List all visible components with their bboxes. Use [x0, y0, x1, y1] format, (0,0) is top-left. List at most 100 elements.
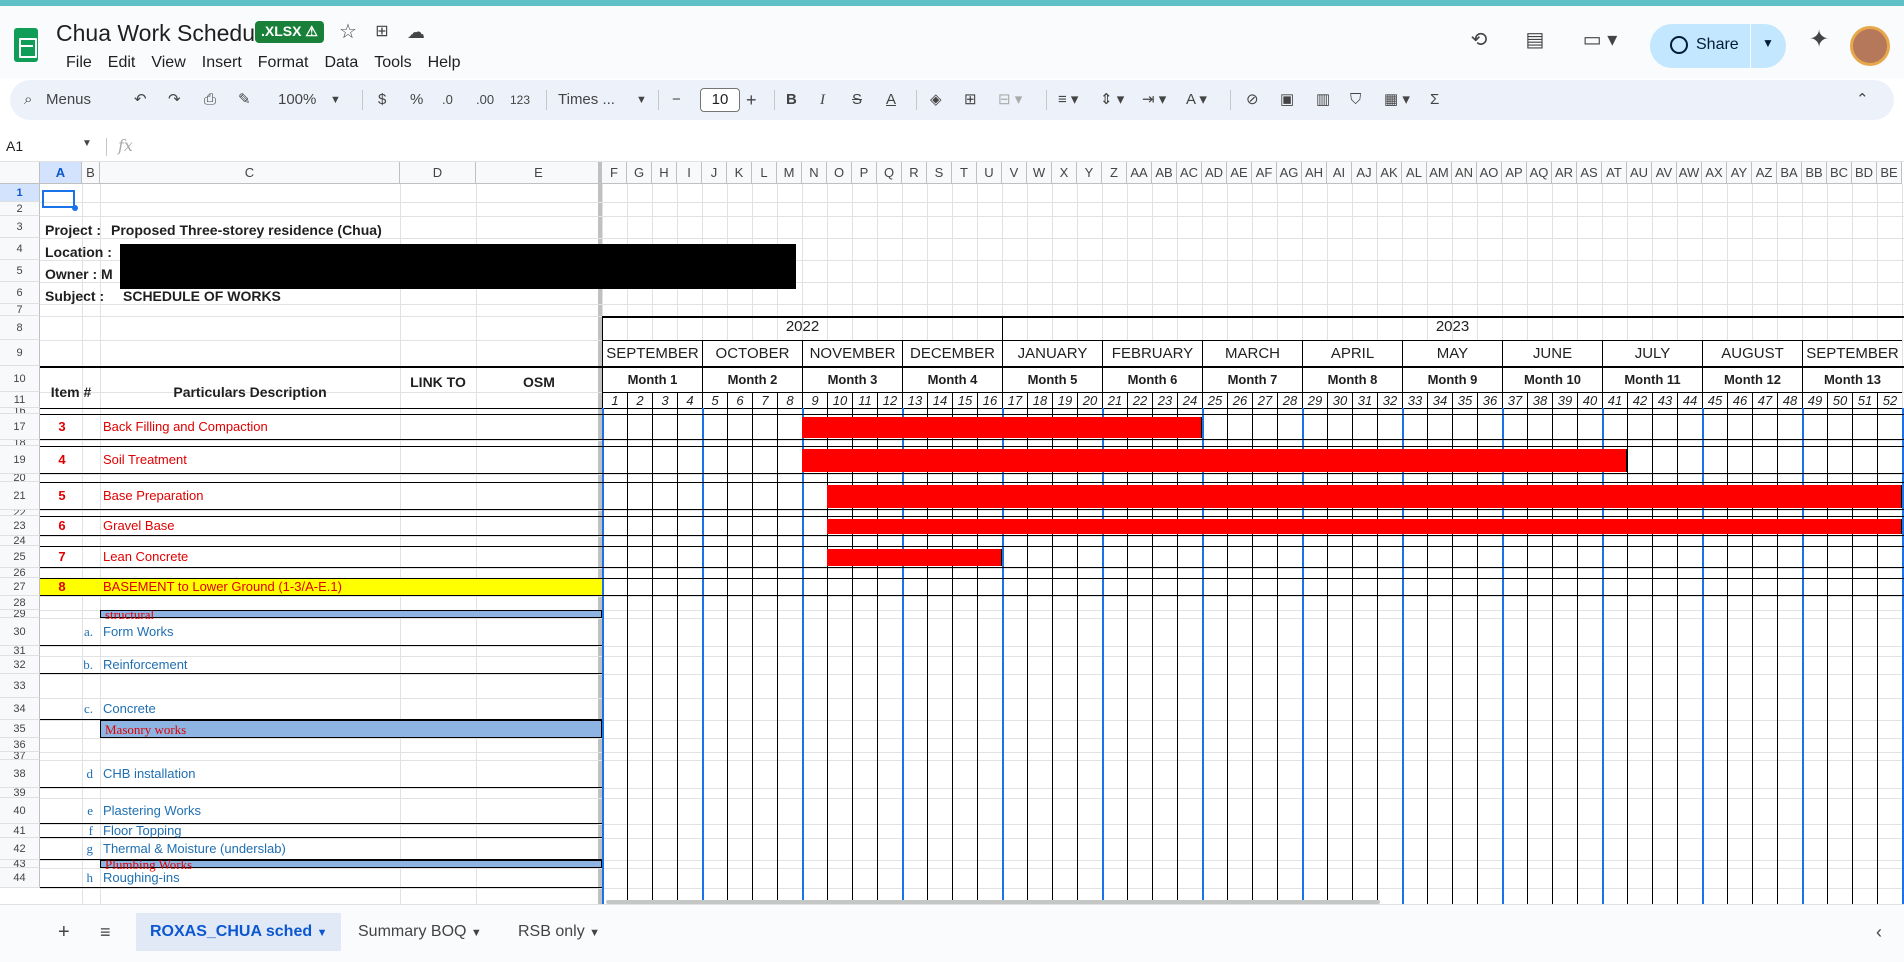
avatar[interactable]: [1850, 26, 1890, 66]
filter-views-icon[interactable]: ▦ ▾: [1384, 88, 1410, 112]
font-select[interactable]: Times ...: [558, 88, 615, 112]
tab-menu-icon[interactable]: ▼: [471, 927, 482, 939]
column-header-az[interactable]: AZ: [1752, 162, 1777, 184]
column-header-h[interactable]: H: [652, 162, 677, 184]
column-header-ah[interactable]: AH: [1302, 162, 1327, 184]
strikethrough-icon[interactable]: S: [852, 88, 862, 112]
column-header-aa[interactable]: AA: [1127, 162, 1152, 184]
share-dropdown-icon[interactable]: ▼: [1762, 36, 1774, 50]
zoom-chevron-icon[interactable]: ▼: [330, 88, 341, 112]
column-header-al[interactable]: AL: [1402, 162, 1427, 184]
row-header-29[interactable]: 29: [0, 610, 40, 618]
column-header-r[interactable]: R: [902, 162, 927, 184]
row-header-10[interactable]: 10: [0, 366, 40, 392]
row-header-8[interactable]: 8: [0, 316, 40, 340]
row-header-37[interactable]: 37: [0, 752, 40, 760]
menu-edit[interactable]: Edit: [100, 52, 144, 74]
column-header-o[interactable]: O: [827, 162, 852, 184]
zoom-select[interactable]: 100%: [278, 88, 316, 112]
document-title[interactable]: Chua Work Schedule: [56, 20, 273, 47]
gantt-bar[interactable]: [827, 519, 1902, 534]
column-header-ay[interactable]: AY: [1727, 162, 1752, 184]
font-chevron-icon[interactable]: ▼: [636, 88, 647, 112]
decrease-decimal-button[interactable]: .0: [442, 88, 453, 112]
menu-help[interactable]: Help: [420, 52, 469, 74]
tab-menu-icon[interactable]: ▼: [589, 927, 600, 939]
comments-icon[interactable]: ▤: [1522, 28, 1548, 52]
column-header-an[interactable]: AN: [1452, 162, 1477, 184]
borders-icon[interactable]: ⊞: [964, 88, 977, 112]
column-header-t[interactable]: T: [952, 162, 977, 184]
column-header-n[interactable]: N: [802, 162, 827, 184]
column-header-l[interactable]: L: [752, 162, 777, 184]
row-header-2[interactable]: 2: [0, 202, 40, 216]
row-header-38[interactable]: 38: [0, 760, 40, 788]
column-header-d[interactable]: D: [400, 162, 476, 184]
move-folder-icon[interactable]: ⊞: [370, 20, 394, 44]
fill-handle[interactable]: [72, 205, 78, 211]
column-header-e[interactable]: E: [476, 162, 602, 184]
column-header-ax[interactable]: AX: [1702, 162, 1727, 184]
row-header-30[interactable]: 30: [0, 618, 40, 646]
active-cell-a1[interactable]: [42, 190, 75, 208]
number-format-button[interactable]: 123: [510, 88, 530, 112]
column-header-y[interactable]: Y: [1077, 162, 1102, 184]
percent-button[interactable]: %: [410, 88, 423, 112]
bold-icon[interactable]: B: [786, 88, 797, 112]
column-header-a[interactable]: A: [40, 162, 82, 184]
column-header-bc[interactable]: BC: [1827, 162, 1852, 184]
gantt-bar[interactable]: [802, 449, 1627, 472]
column-header-au[interactable]: AU: [1627, 162, 1652, 184]
fill-color-icon[interactable]: ◈: [930, 88, 942, 112]
column-header-q[interactable]: Q: [877, 162, 902, 184]
gantt-bar[interactable]: [802, 417, 1202, 438]
share-button[interactable]: Share ▼: [1650, 24, 1786, 68]
row-header-24[interactable]: 24: [0, 536, 40, 546]
column-header-aw[interactable]: AW: [1677, 162, 1702, 184]
all-sheets-icon[interactable]: ≡: [86, 913, 125, 951]
name-box-chevron-icon[interactable]: ▼: [82, 138, 92, 149]
functions-icon[interactable]: Σ: [1430, 88, 1439, 112]
row-header-31[interactable]: 31: [0, 646, 40, 656]
tab-menu-icon[interactable]: ▼: [317, 927, 328, 939]
column-header-am[interactable]: AM: [1427, 162, 1452, 184]
column-header-ap[interactable]: AP: [1502, 162, 1527, 184]
cloud-status-icon[interactable]: ☁: [404, 20, 428, 44]
column-header-ar[interactable]: AR: [1552, 162, 1577, 184]
row-header-7[interactable]: 7: [0, 304, 40, 316]
menu-format[interactable]: Format: [250, 52, 317, 74]
row-header-25[interactable]: 25: [0, 546, 40, 568]
column-header-f[interactable]: F: [602, 162, 627, 184]
filter-icon[interactable]: ⛉: [1350, 88, 1361, 112]
column-header-ba[interactable]: BA: [1777, 162, 1802, 184]
vertical-align-icon[interactable]: ⇕ ▾: [1100, 88, 1124, 112]
column-header-as[interactable]: AS: [1577, 162, 1602, 184]
insert-comment-icon[interactable]: ▣: [1280, 88, 1294, 112]
column-header-c[interactable]: C: [100, 162, 400, 184]
column-header-av[interactable]: AV: [1652, 162, 1677, 184]
column-header-bd[interactable]: BD: [1852, 162, 1877, 184]
text-wrap-icon[interactable]: ⇥ ▾: [1142, 88, 1166, 112]
column-header-be[interactable]: BE: [1877, 162, 1902, 184]
tab-summary-boq[interactable]: Summary BOQ ▼: [344, 913, 496, 951]
print-icon[interactable]: ⎙: [204, 88, 216, 112]
scroll-tabs-left-icon[interactable]: ‹: [1862, 913, 1896, 951]
column-header-af[interactable]: AF: [1252, 162, 1277, 184]
italic-icon[interactable]: I: [820, 88, 825, 112]
column-header-ak[interactable]: AK: [1377, 162, 1402, 184]
font-size-decrease-button[interactable]: −: [672, 88, 681, 112]
text-rotation-icon[interactable]: A ▾: [1186, 88, 1207, 112]
column-header-ab[interactable]: AB: [1152, 162, 1177, 184]
column-header-z[interactable]: Z: [1102, 162, 1127, 184]
sheets-logo-icon[interactable]: [14, 28, 38, 62]
name-box[interactable]: A1: [6, 138, 23, 154]
row-header-41[interactable]: 41: [0, 824, 40, 838]
column-header-g[interactable]: G: [627, 162, 652, 184]
row-header-42[interactable]: 42: [0, 838, 40, 860]
font-size-increase-button[interactable]: +: [746, 88, 757, 112]
row-header-35[interactable]: 35: [0, 720, 40, 738]
row-header-17[interactable]: 17: [0, 414, 40, 440]
row-header-40[interactable]: 40: [0, 798, 40, 824]
spreadsheet-grid[interactable]: ABCDE F G H I J K L M N O P Q R S T U V W X Y Z AA AB AC AD AE AF A…: [0, 162, 1904, 904]
row-header-43[interactable]: 43: [0, 860, 40, 868]
